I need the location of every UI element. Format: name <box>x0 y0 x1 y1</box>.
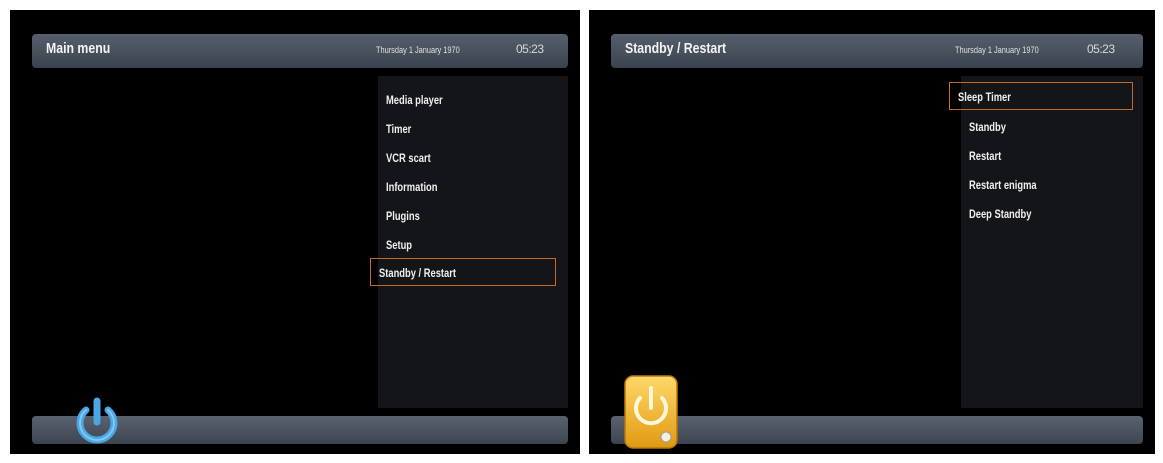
menu-item-standby[interactable]: Standby <box>961 113 1133 141</box>
title-bar: Main menu Thursday 1 January 1970 05:23 <box>32 34 568 68</box>
date-display: Thursday 1 January 1970 <box>955 45 1039 55</box>
menu-item-label: VCR scart <box>386 151 431 165</box>
menu-item-standby-restart[interactable]: Standby / Restart <box>370 258 556 286</box>
power-icon-blue <box>76 397 118 444</box>
menu-item-information[interactable]: Information <box>378 173 564 201</box>
tv-screen-standby-restart: Standby / Restart Thursday 1 January 197… <box>589 10 1155 454</box>
menu-item-media-player[interactable]: Media player <box>378 86 564 114</box>
menu-item-label: Deep Standby <box>969 207 1032 221</box>
menu-item-label: Plugins <box>386 209 420 223</box>
menu-item-deep-standby[interactable]: Deep Standby <box>961 200 1133 228</box>
menu-item-label: Standby <box>969 120 1006 134</box>
menu-item-label: Sleep Timer <box>958 90 1011 104</box>
menu-item-sleep-timer[interactable]: Sleep Timer <box>949 82 1133 110</box>
menu-item-restart[interactable]: Restart <box>961 142 1133 170</box>
menu-item-plugins[interactable]: Plugins <box>378 202 564 230</box>
menu-item-label: Timer <box>386 122 412 136</box>
tv-screen-main-menu: Main menu Thursday 1 January 1970 05:23 … <box>10 10 580 454</box>
menu-panel: Media player Timer VCR scart Information… <box>370 76 568 408</box>
menu-item-label: Standby / Restart <box>379 266 456 280</box>
date-display: Thursday 1 January 1970 <box>376 45 460 55</box>
bottom-bar <box>611 416 1143 444</box>
title-bar: Standby / Restart Thursday 1 January 197… <box>611 34 1143 68</box>
menu-item-label: Restart enigma <box>969 178 1037 192</box>
menu-item-label: Setup <box>386 238 413 252</box>
menu-item-vcr-scart[interactable]: VCR scart <box>378 144 564 172</box>
page-title: Main menu <box>46 40 111 57</box>
menu-item-label: Restart <box>969 149 1002 163</box>
menu-item-label: Media player <box>386 93 443 107</box>
menu-item-label: Information <box>386 180 438 194</box>
menu-panel: Sleep Timer Standby Restart Restart enig… <box>949 76 1143 408</box>
page-title: Standby / Restart <box>625 40 727 57</box>
menu-item-restart-enigma[interactable]: Restart enigma <box>961 171 1133 199</box>
clock-display: 05:23 <box>1087 42 1115 56</box>
menu-item-setup[interactable]: Setup <box>378 231 564 259</box>
power-icon-yellow <box>624 375 678 449</box>
clock-display: 05:23 <box>516 42 544 56</box>
menu-item-timer[interactable]: Timer <box>378 115 564 143</box>
